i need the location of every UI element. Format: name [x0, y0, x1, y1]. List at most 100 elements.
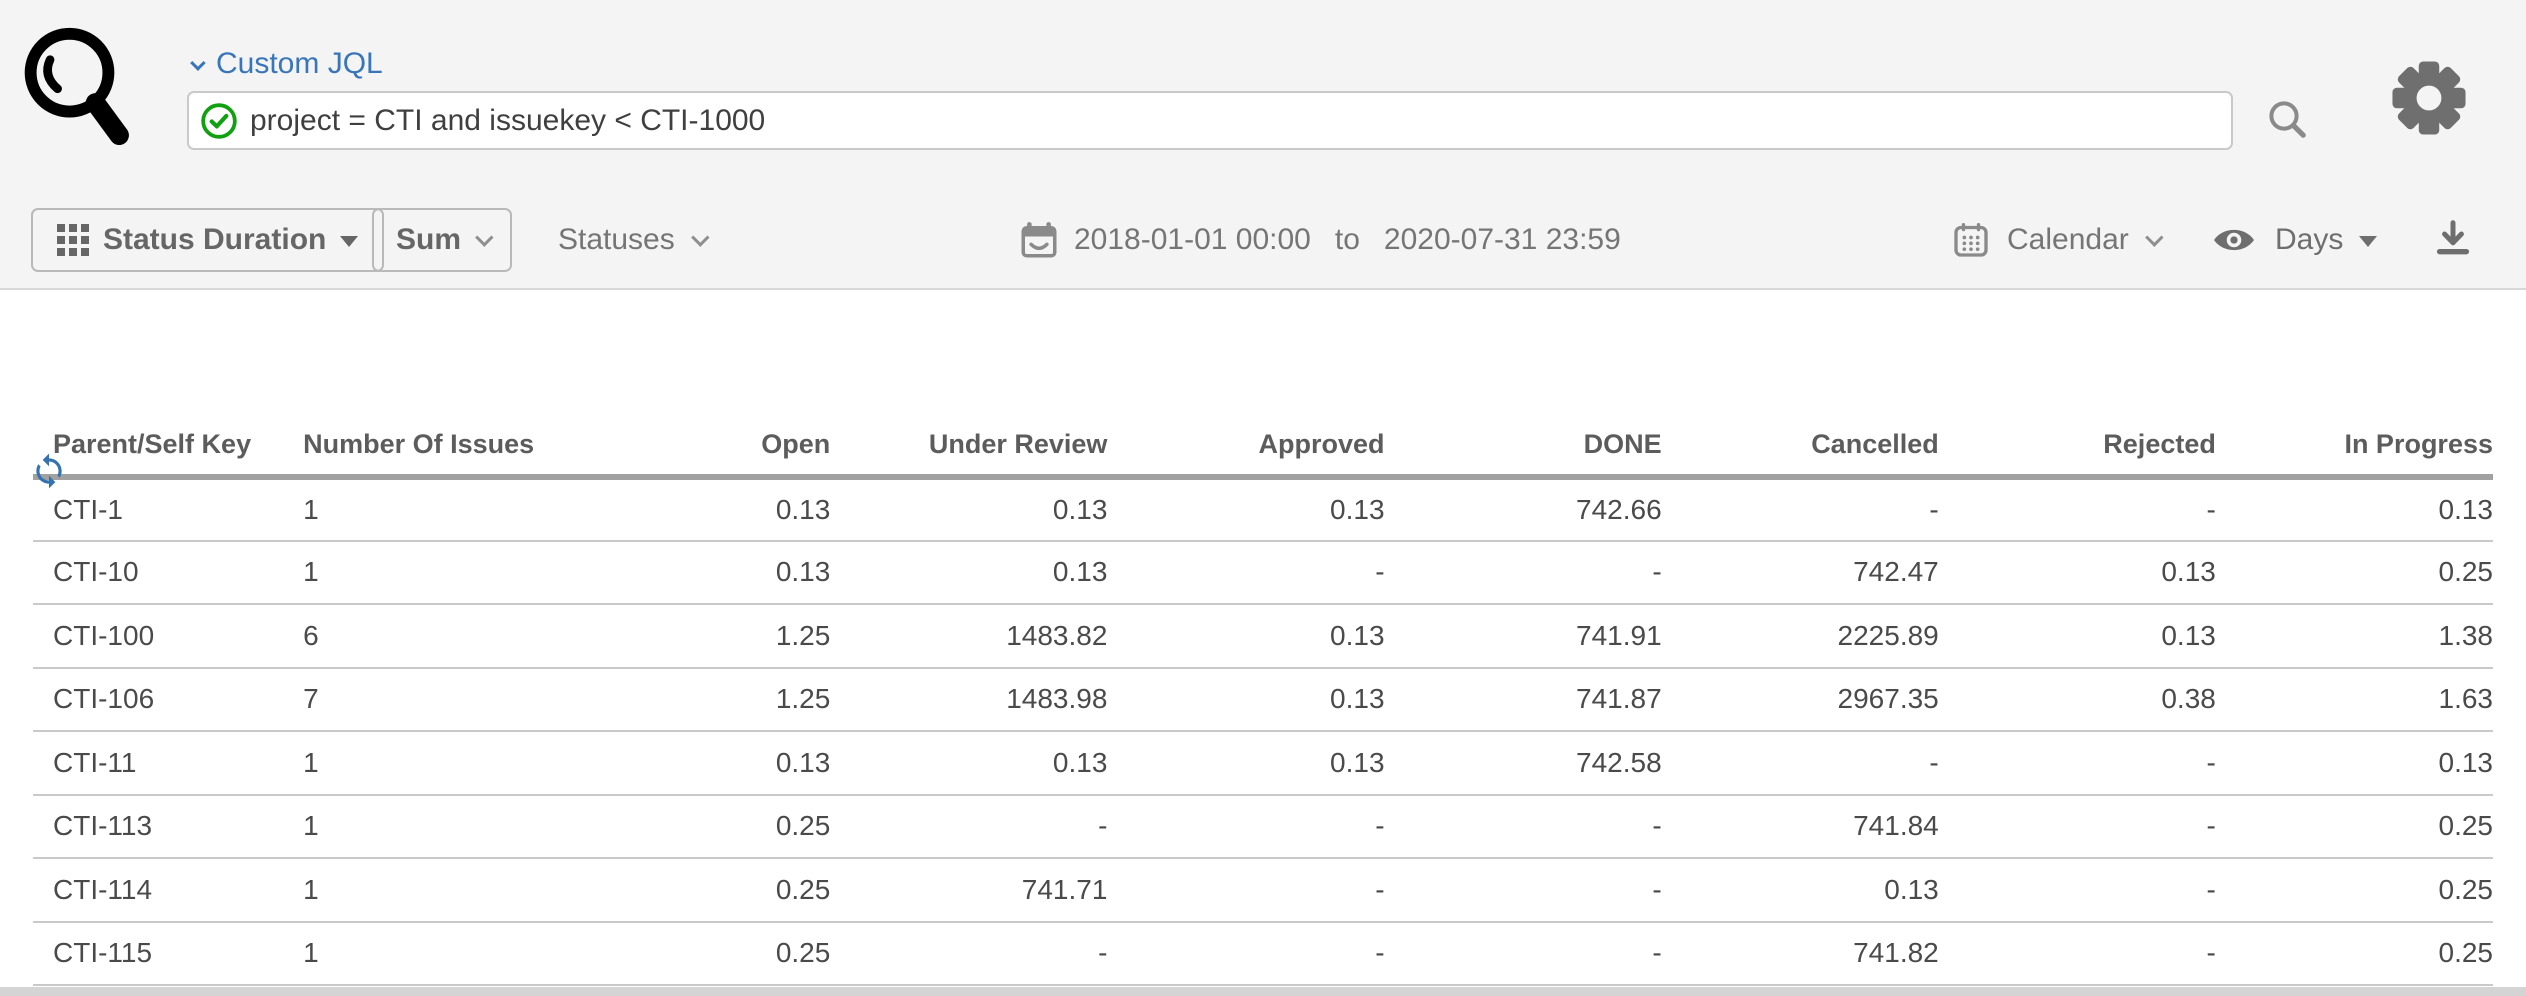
calendar-dropdown[interactable]: Calendar	[1951, 208, 2158, 272]
value-cell: 1	[283, 858, 553, 922]
jql-mode-selector[interactable]: Custom JQL	[191, 47, 383, 81]
chevron-down-icon	[190, 55, 206, 71]
value-cell: 0.13	[2216, 731, 2493, 795]
value-cell: 0.13	[1662, 858, 1939, 922]
table-row[interactable]: CTI-11510.25---741.82-0.25	[33, 922, 2493, 986]
calendar-grid-icon	[1951, 220, 1991, 260]
value-cell: 0.13	[553, 477, 830, 541]
value-cell: 0.25	[2216, 795, 2493, 859]
value-cell: -	[1385, 858, 1662, 922]
column-header-parent-self-key[interactable]: Parent/Self Key	[33, 414, 283, 477]
statuses-dropdown[interactable]: Statuses	[558, 208, 704, 272]
value-cell: 1	[283, 922, 553, 986]
download-icon[interactable]	[2430, 216, 2476, 267]
column-header-under-review[interactable]: Under Review	[830, 414, 1107, 477]
gear-icon[interactable]	[2391, 60, 2467, 141]
value-cell: -	[1107, 541, 1384, 605]
value-cell: 0.13	[1107, 668, 1384, 732]
report-type-label: Status Duration	[103, 223, 326, 257]
column-header-done[interactable]: DONE	[1385, 414, 1662, 477]
value-cell: 0.13	[1939, 604, 2216, 668]
column-header-in-progress[interactable]: In Progress	[2216, 414, 2493, 477]
issue-key-cell: CTI-10	[33, 541, 283, 605]
value-cell: 742.47	[1662, 541, 1939, 605]
value-cell: 6	[283, 604, 553, 668]
magnifier-logo	[22, 20, 130, 167]
value-cell: 0.13	[2216, 477, 2493, 541]
value-cell: -	[830, 795, 1107, 859]
horizontal-scrollbar[interactable]	[0, 987, 2526, 996]
value-cell: 0.25	[2216, 922, 2493, 986]
value-cell: -	[1107, 858, 1384, 922]
value-cell: 7	[283, 668, 553, 732]
table-row[interactable]: CTI-10671.251483.980.13741.872967.350.38…	[33, 668, 2493, 732]
eye-icon	[2209, 220, 2259, 260]
value-cell: 742.66	[1385, 477, 1662, 541]
date-separator: to	[1335, 223, 1360, 257]
value-cell: -	[1662, 477, 1939, 541]
app-header: Custom JQL project = CTI and issuekey < …	[0, 0, 2526, 290]
table-row[interactable]: CTI-10061.251483.820.13741.912225.890.13…	[33, 604, 2493, 668]
jql-mode-label[interactable]: Custom JQL	[216, 47, 383, 81]
value-cell: 2225.89	[1662, 604, 1939, 668]
value-cell: 0.13	[1107, 604, 1384, 668]
table-row[interactable]: CTI-1010.130.13--742.470.130.25	[33, 541, 2493, 605]
status-duration-app: Custom JQL project = CTI and issuekey < …	[0, 0, 2526, 996]
caret-down-icon	[340, 236, 358, 247]
table-row[interactable]: CTI-11410.25741.71--0.13-0.25	[33, 858, 2493, 922]
refresh-icon[interactable]	[30, 452, 68, 495]
issue-key-cell: CTI-106	[33, 668, 283, 732]
issue-key-cell: CTI-115	[33, 922, 283, 986]
table-row[interactable]: CTI-110.130.130.13742.66--0.13	[33, 477, 2493, 541]
value-cell: 0.13	[553, 731, 830, 795]
value-cell: 1.25	[553, 604, 830, 668]
column-header-rejected[interactable]: Rejected	[1939, 414, 2216, 477]
value-cell: 741.82	[1662, 922, 1939, 986]
report-area: Parent/Self KeyNumber Of IssuesOpenUnder…	[0, 414, 2526, 986]
value-cell: 0.13	[553, 541, 830, 605]
value-cell: -	[1939, 858, 2216, 922]
caret-down-icon	[2359, 236, 2377, 247]
report-type-button[interactable]: Status Duration	[31, 208, 384, 272]
column-header-open[interactable]: Open	[553, 414, 830, 477]
value-cell: 0.25	[553, 858, 830, 922]
column-header-approved[interactable]: Approved	[1107, 414, 1384, 477]
issue-key-cell: CTI-113	[33, 795, 283, 859]
jql-query-text: project = CTI and issuekey < CTI-1000	[250, 104, 765, 138]
value-cell: 0.13	[1939, 541, 2216, 605]
value-cell: -	[1385, 922, 1662, 986]
value-cell: 2967.35	[1662, 668, 1939, 732]
aggregation-button[interactable]: Sum	[372, 208, 512, 272]
date-range-picker[interactable]: 2018-01-01 00:00 to 2020-07-31 23:59	[1018, 208, 1621, 272]
column-header-cancelled[interactable]: Cancelled	[1662, 414, 1939, 477]
value-cell: 741.71	[830, 858, 1107, 922]
value-cell: 742.58	[1385, 731, 1662, 795]
grid-icon	[57, 224, 89, 256]
date-from[interactable]: 2018-01-01 00:00	[1074, 223, 1311, 257]
unit-dropdown[interactable]: Days	[2209, 208, 2377, 272]
calendar-icon	[1018, 219, 1060, 261]
value-cell: 1483.98	[830, 668, 1107, 732]
chevron-down-icon	[691, 228, 709, 246]
value-cell: 0.25	[2216, 858, 2493, 922]
statuses-label: Statuses	[558, 223, 675, 257]
value-cell: -	[830, 922, 1107, 986]
value-cell: 1	[283, 795, 553, 859]
table-row[interactable]: CTI-1110.130.130.13742.58--0.13	[33, 731, 2493, 795]
value-cell: 1	[283, 541, 553, 605]
jql-input[interactable]: project = CTI and issuekey < CTI-1000	[187, 91, 2233, 150]
search-icon[interactable]	[2264, 96, 2312, 149]
value-cell: 741.87	[1385, 668, 1662, 732]
issue-key-cell: CTI-100	[33, 604, 283, 668]
value-cell: 1483.82	[830, 604, 1107, 668]
unit-label: Days	[2275, 223, 2343, 257]
table-row[interactable]: CTI-11310.25---741.84-0.25	[33, 795, 2493, 859]
value-cell: 1	[283, 477, 553, 541]
value-cell: 0.38	[1939, 668, 2216, 732]
value-cell: 1.25	[553, 668, 830, 732]
date-to[interactable]: 2020-07-31 23:59	[1384, 223, 1621, 257]
check-circle-icon	[200, 102, 238, 140]
column-header-number-of-issues[interactable]: Number Of Issues	[283, 414, 553, 477]
value-cell: 0.13	[1107, 731, 1384, 795]
value-cell: -	[1662, 731, 1939, 795]
